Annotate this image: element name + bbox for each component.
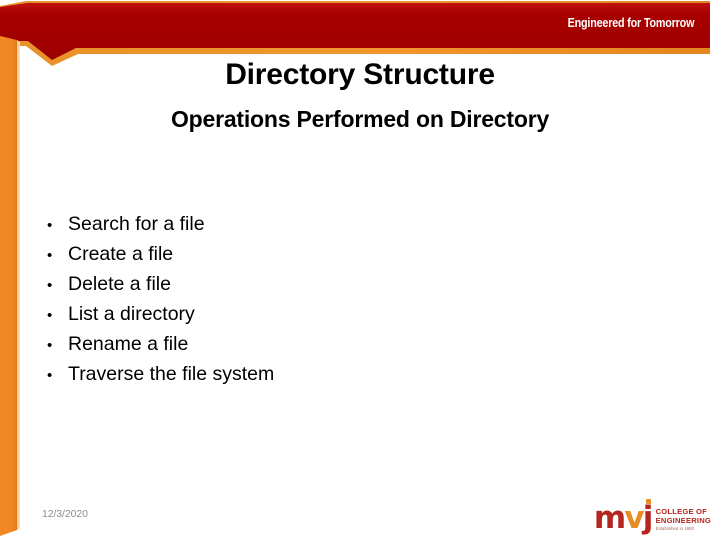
list-item-label: Delete a file [68,273,171,295]
list-item-label: Search for a file [68,213,205,235]
list-item-label: Rename a file [68,333,189,355]
bullet-list: • Search for a file • Create a file • De… [44,209,504,389]
logo-letter-m: m [593,499,626,536]
mvj-logo: mvj COLLEGE OF ENGINEERING Established i… [593,498,711,536]
list-item: • Delete a file [44,269,504,299]
list-item-label: Traverse the file system [68,363,275,385]
page-subtitle: Operations Performed on Directory [170,106,550,132]
logo-wordmark: mvj [593,498,654,536]
bullet-dot-icon: • [47,337,53,354]
logo-letter-j: j [642,498,654,536]
footer-date: 12/3/2020 [42,508,88,520]
slide-canvas: Engineered for Tomorrow Directory Struct… [0,0,720,540]
bullet-dot-icon: • [47,367,53,384]
page-title: Directory Structure [225,58,495,91]
list-item: • Search for a file [44,209,504,239]
logo-letter-v: v [624,499,644,536]
logo-dot-icon [645,498,651,504]
logo-line-1: COLLEGE OF [655,506,707,516]
bullet-dot-icon: • [47,307,53,324]
bullet-dot-icon: • [47,247,53,264]
banner-tagline: Engineered for Tomorrow [567,16,694,30]
list-item: • List a directory [44,299,504,329]
logo-letter-j-glyph: j [642,499,654,536]
list-item: • Traverse the file system [44,359,504,389]
bullet-dot-icon: • [47,217,53,234]
list-item: • Rename a file [44,329,504,359]
list-item: • Create a file [44,239,504,269]
left-bar-fill [0,36,17,536]
left-bar-highlight [17,40,20,530]
list-item-label: List a directory [68,303,195,325]
logo-line-2: ENGINEERING [655,515,711,525]
logo-legend: COLLEGE OF ENGINEERING Established in 19… [656,505,711,532]
bullet-dot-icon: • [47,277,53,294]
logo-line-3: Established in 1982 [655,525,695,531]
list-item-label: Create a file [68,243,174,265]
